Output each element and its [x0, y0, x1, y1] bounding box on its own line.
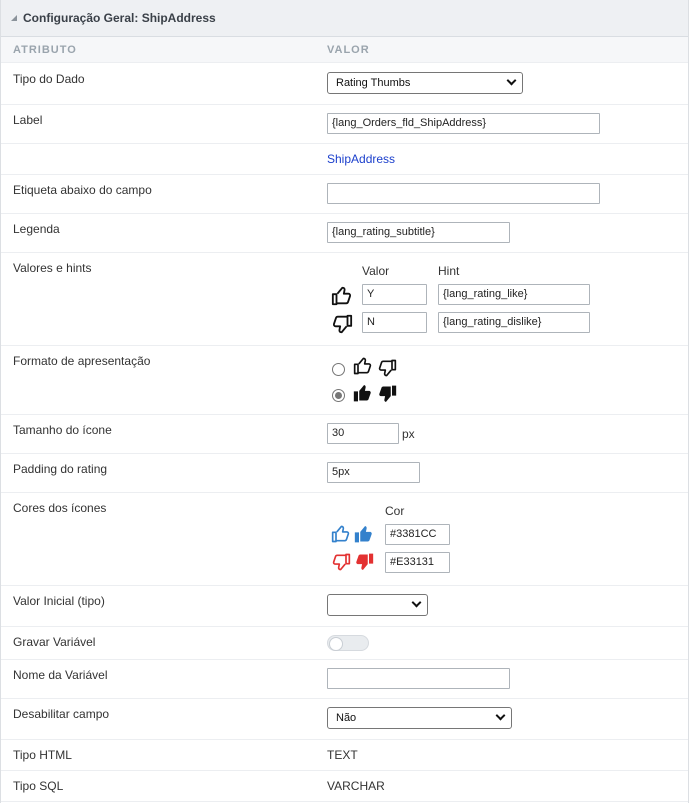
below-label-input[interactable]	[327, 183, 600, 204]
row-initial-value: Valor Inicial (tipo)	[1, 586, 688, 627]
html-type-label: Tipo HTML	[13, 748, 72, 762]
hint-column-header: Hint	[438, 264, 460, 278]
thumbs-down-solid-icon	[379, 385, 397, 402]
value-column-header: Valor	[362, 264, 390, 278]
row-html-type: Tipo HTML TEXT	[1, 740, 688, 771]
thumbs-down-outline-red-icon	[332, 553, 351, 571]
html-type-value: TEXT	[327, 748, 358, 762]
color-column-header: Cor	[385, 504, 405, 518]
legend-input[interactable]: {lang_rating_subtitle}	[327, 222, 510, 243]
below-label-label: Etiqueta abaixo do campo	[13, 183, 152, 197]
row-sql-type: Tipo SQL VARCHAR	[1, 771, 688, 802]
row-display-format: Formato de apresentação	[1, 346, 688, 415]
save-variable-toggle[interactable]	[327, 635, 369, 651]
padding-input[interactable]: 5px	[327, 462, 420, 483]
values-hints-label: Valores e hints	[13, 261, 92, 275]
format-outline-radio[interactable]	[332, 363, 345, 376]
icon-colors-label: Cores dos ícones	[13, 501, 107, 515]
panel-header[interactable]: Configuração Geral: ShipAddress	[1, 0, 688, 37]
label-preview-link[interactable]: ShipAddress	[327, 152, 395, 166]
chevron-down-icon	[411, 597, 422, 608]
row-save-variable: Gravar Variável	[1, 627, 688, 660]
variable-name-input[interactable]	[327, 668, 510, 689]
thumbs-up-solid-blue-icon	[354, 526, 372, 543]
sql-type-label: Tipo SQL	[13, 779, 64, 793]
data-type-select[interactable]: Rating Thumbs	[327, 72, 523, 94]
row-legend: Legenda {lang_rating_subtitle}	[1, 214, 688, 253]
collapse-triangle-icon[interactable]	[11, 15, 17, 21]
chevron-down-icon	[495, 710, 506, 721]
like-value-input[interactable]: Y	[362, 284, 427, 305]
save-variable-label: Gravar Variável	[13, 635, 96, 649]
row-label-preview: ShipAddress	[1, 144, 688, 175]
config-panel: Configuração Geral: ShipAddress ATRIBUTO…	[0, 0, 689, 803]
row-icon-colors: Cores dos ícones Cor #3381CC #E33131	[1, 493, 688, 586]
row-disable-field: Desabilitar campo Não	[1, 699, 688, 740]
padding-label: Padding do rating	[13, 462, 108, 476]
thumbs-down-outline-icon	[332, 314, 353, 334]
legend-label: Legenda	[13, 222, 60, 236]
disable-field-label: Desabilitar campo	[13, 707, 110, 721]
thumbs-down-solid-red-icon	[356, 553, 374, 570]
data-type-label: Tipo do Dado	[13, 72, 85, 86]
column-value: VALOR	[327, 44, 370, 56]
columns-header: ATRIBUTO VALOR	[1, 37, 688, 63]
panel-title: Configuração Geral: ShipAddress	[23, 11, 216, 25]
like-color-input[interactable]: #3381CC	[385, 524, 450, 545]
initial-value-select[interactable]	[327, 594, 428, 616]
row-icon-size: Tamanho do ícone 30 px	[1, 415, 688, 454]
icon-size-input[interactable]: 30	[327, 423, 399, 444]
disable-field-select[interactable]: Não	[327, 707, 512, 729]
variable-name-label: Nome da Variável	[13, 668, 108, 682]
row-below-label: Etiqueta abaixo do campo	[1, 175, 688, 214]
row-padding: Padding do rating 5px	[1, 454, 688, 493]
thumbs-up-outline-icon	[353, 357, 372, 375]
thumbs-up-outline-blue-icon	[331, 525, 350, 543]
chevron-down-icon	[506, 75, 517, 86]
row-variable-name: Nome da Variável	[1, 660, 688, 699]
row-data-type: Tipo do Dado Rating Thumbs	[1, 64, 688, 105]
dislike-color-input[interactable]: #E33131	[385, 552, 450, 573]
label-input[interactable]: {lang_Orders_fld_ShipAddress}	[327, 113, 600, 134]
row-label: Label {lang_Orders_fld_ShipAddress}	[1, 105, 688, 144]
data-type-value: Rating Thumbs	[336, 77, 411, 89]
initial-value-label: Valor Inicial (tipo)	[13, 594, 105, 608]
icon-size-label: Tamanho do ícone	[13, 423, 112, 437]
sql-type-value: VARCHAR	[327, 779, 385, 793]
thumbs-down-outline-icon	[378, 359, 397, 377]
like-hint-input[interactable]: {lang_rating_like}	[438, 284, 590, 305]
display-format-label: Formato de apresentação	[13, 354, 151, 368]
icon-size-unit: px	[402, 427, 415, 441]
thumbs-up-outline-icon	[331, 286, 352, 306]
dislike-value-input[interactable]: N	[362, 312, 427, 333]
dislike-hint-input[interactable]: {lang_rating_dislike}	[438, 312, 590, 333]
disable-field-value: Não	[336, 712, 357, 724]
thumbs-up-solid-icon	[353, 385, 371, 402]
row-values-hints: Valores e hints Valor Hint Y {lang_ratin…	[1, 253, 688, 346]
column-attribute: ATRIBUTO	[13, 44, 77, 56]
format-solid-radio[interactable]	[332, 389, 345, 402]
label-label: Label	[13, 113, 43, 127]
